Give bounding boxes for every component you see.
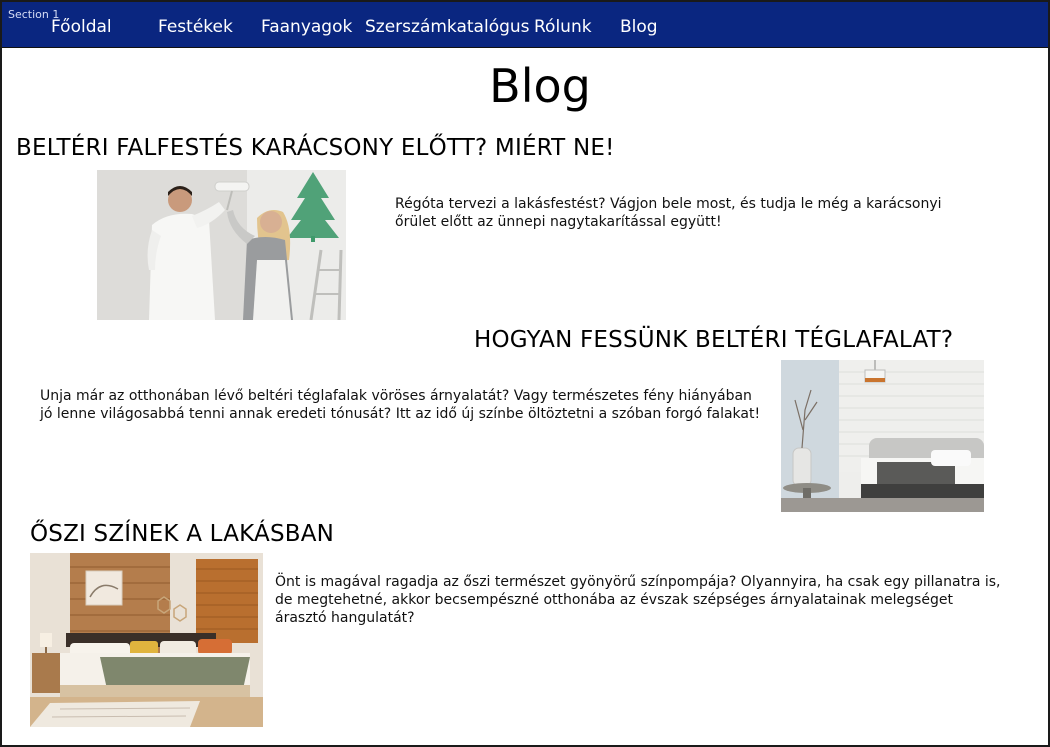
brick-bedroom-photo — [781, 360, 984, 512]
autumn-bedroom-photo — [30, 553, 263, 727]
post-image-1[interactable] — [97, 170, 346, 320]
nav-item-home[interactable]: Főoldal — [51, 17, 112, 37]
nav-item-tool-catalog[interactable]: Szerszámkatalógus — [365, 17, 530, 37]
nav-item-blog[interactable]: Blog — [620, 17, 658, 37]
post-title-1[interactable]: BELTÉRI FALFESTÉS KARÁCSONY ELŐTT? MIÉRT… — [16, 134, 615, 162]
nav-item-timber[interactable]: Faanyagok — [261, 17, 352, 37]
post-title-3[interactable]: ŐSZI SZÍNEK A LAKÁSBAN — [30, 520, 334, 548]
nav-item-about[interactable]: Rólunk — [534, 17, 592, 37]
page-frame: Section 1 Főoldal Festékek Faanyagok Sze… — [0, 0, 1050, 747]
post-excerpt-2: Unja már az otthonában lévő beltéri tégl… — [40, 388, 761, 422]
post-image-3[interactable] — [30, 553, 263, 727]
post-excerpt-3: Önt is magával ragadja az őszi természet… — [275, 574, 1001, 626]
nav-item-paints[interactable]: Festékek — [158, 17, 233, 37]
post-image-2[interactable] — [781, 360, 984, 512]
frame-label: Section 1 — [8, 8, 60, 21]
couple-painting-photo — [97, 170, 346, 320]
post-excerpt-1: Régóta tervezi a lakásfestést? Vágjon be… — [395, 196, 942, 230]
top-navigation: Főoldal Festékek Faanyagok Szerszámkatal… — [2, 2, 1048, 48]
post-title-2[interactable]: HOGYAN FESSÜNK BELTÉRI TÉGLAFALAT? — [474, 326, 953, 354]
page-title: Blog — [489, 59, 591, 113]
